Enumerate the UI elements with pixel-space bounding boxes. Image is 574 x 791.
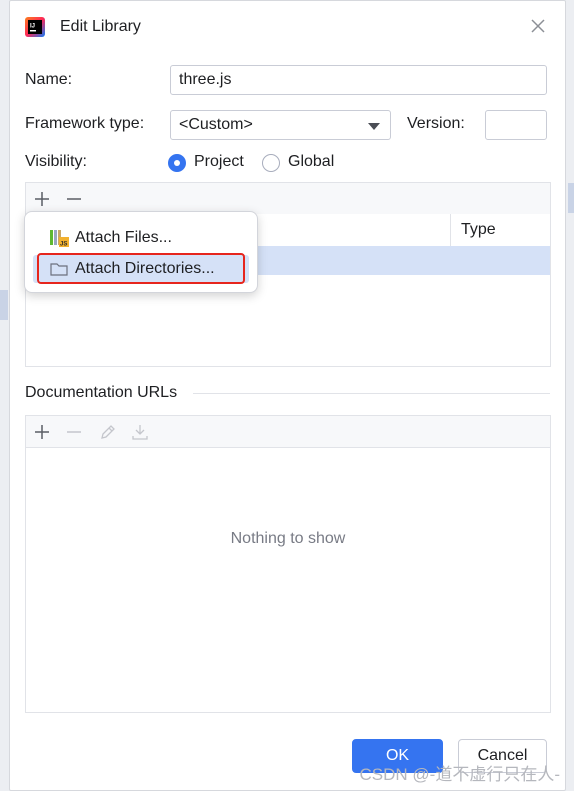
version-field[interactable] [485, 110, 547, 140]
svg-text:JS: JS [60, 242, 67, 248]
section-separator [193, 393, 550, 394]
js-files-icon: JS [50, 230, 69, 248]
remove-icon[interactable] [64, 189, 84, 209]
visibility-project-radio[interactable] [168, 154, 186, 172]
menu-item-label: Attach Files... [75, 229, 172, 246]
menu-item-attach-files[interactable]: JS Attach Files... [33, 224, 249, 252]
column-type-header[interactable]: Type [461, 221, 496, 239]
visibility-global-radio[interactable] [262, 154, 280, 172]
annotation-highlight-box [37, 253, 245, 284]
visibility-global-label[interactable]: Global [288, 153, 334, 171]
edit-library-dialog: IJ Edit Library Name: three.js Framework… [9, 0, 566, 791]
framework-type-select[interactable]: <Custom> [170, 110, 391, 140]
svg-text:IJ: IJ [30, 24, 35, 30]
name-label: Name: [25, 71, 73, 88]
download-icon[interactable] [130, 422, 150, 442]
background-strip [568, 183, 574, 213]
visibility-project-label[interactable]: Project [194, 153, 244, 171]
name-field[interactable]: three.js [170, 65, 547, 95]
visibility-label: Visibility: [25, 153, 87, 170]
edit-pencil-icon[interactable] [98, 422, 118, 442]
dialog-title: Edit Library [60, 18, 141, 35]
chevron-down-icon [368, 123, 380, 130]
empty-state-text: Nothing to show [230, 530, 346, 547]
docs-toolbar [26, 416, 550, 448]
framework-type-label: Framework type: [25, 115, 145, 132]
remove-icon[interactable] [64, 422, 84, 442]
add-icon[interactable] [32, 422, 52, 442]
documentation-urls-title: Documentation URLs [25, 384, 178, 401]
framework-type-value: <Custom> [179, 116, 253, 133]
documentation-urls-panel: Nothing to show [25, 415, 551, 713]
add-icon[interactable] [32, 189, 52, 209]
intellij-logo-icon: IJ [25, 17, 45, 37]
column-divider [450, 214, 451, 246]
background-strip [0, 290, 8, 320]
close-icon[interactable] [528, 16, 548, 36]
watermark-text: CSDN @-道不虚行只在人- [359, 765, 560, 784]
version-label: Version: [407, 115, 465, 132]
title-bar: IJ Edit Library [10, 1, 565, 53]
